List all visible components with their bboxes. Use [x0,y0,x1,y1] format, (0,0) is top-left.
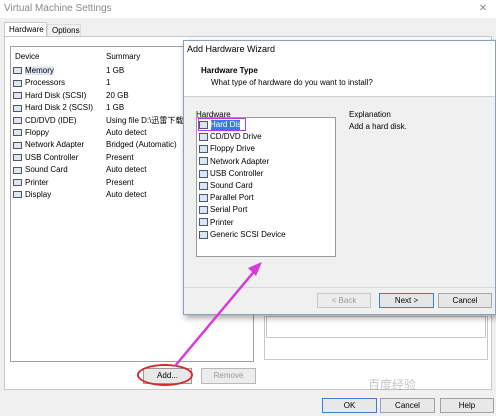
device-summary: Present [106,152,134,162]
device-name: Sound Card [25,165,68,175]
device-summary: 20 GB [106,90,129,100]
list-item-label: Floppy Drive [210,144,255,154]
network-icon [13,141,22,149]
device-name: Floppy [25,127,50,137]
device-name: Network Adapter [25,140,85,150]
list-item-serial[interactable]: Serial Port [199,204,333,216]
processor-icon [13,79,22,87]
printer-icon [199,218,208,227]
device-summary: Auto detect [106,127,147,137]
device-summary: 1 [106,78,111,88]
summary-column: 1 GB 1 20 GB 1 GB Using file D:\迅雷下载 Aut… [106,65,184,201]
list-item-label: Generic SCSI Device [210,229,286,239]
wizard-cancel-button[interactable]: Cancel [438,293,492,308]
tab-hardware[interactable]: Hardware [4,22,47,37]
list-item-cd-dvd[interactable]: CD/DVD Drive [199,131,333,143]
list-item-label: Serial Port [210,205,248,215]
wizard-title: Add Hardware Wizard [184,41,495,57]
next-button[interactable]: Next > [379,293,434,308]
close-icon[interactable]: ✕ [470,0,496,18]
device-name: USB Controller [25,152,79,162]
sound-icon [13,166,22,174]
wizard-header-title: Hardware Type [201,66,258,75]
column-header-summary: Summary [106,52,141,61]
column-header-device: Device [15,52,40,61]
hard-disk-icon [199,120,208,129]
wizard-header-subtitle: What type of hardware do you want to ins… [211,78,373,87]
device-name: Processors [25,78,66,88]
printer-icon [13,178,22,186]
display-icon [13,191,22,199]
device-name: Memory [25,66,54,75]
device-summary: Auto detect [106,165,147,175]
device-name: CD/DVD (IDE) [25,115,77,125]
wizard-header [184,57,495,97]
settings-panel-border [264,316,488,360]
hard-disk-icon [13,92,22,100]
wizard-separator [184,287,495,288]
network-icon [199,157,208,166]
list-item-label: Network Adapter [210,156,270,166]
device-summary: 1 GB [106,103,125,113]
device-summary: Auto detect [106,189,147,199]
tab-options[interactable]: Options [47,24,81,36]
hard-disk-icon [13,104,22,112]
list-item-label: Hard Disk [210,120,246,129]
list-item-label: USB Controller [210,168,264,178]
list-item-printer[interactable]: Printer [199,217,333,229]
add-button-highlight-circle [137,364,193,386]
serial-port-icon [199,206,208,215]
ok-button[interactable]: OK [322,398,377,413]
cd-dvd-icon [199,133,208,142]
hardware-items: Hard Disk CD/DVD Drive Floppy Drive Netw… [199,119,333,241]
list-item-floppy[interactable]: Floppy Drive [199,143,333,155]
explanation-text: Add a hard disk. [349,122,407,131]
list-item-label: Parallel Port [210,193,254,203]
list-item-label: Sound Card [210,180,253,190]
device-name: Printer [25,177,49,187]
device-name: Hard Disk 2 (SCSI) [25,103,94,113]
cd-dvd-icon [13,116,22,124]
watermark: 百度经验 [368,378,417,392]
remove-button[interactable]: Remove [201,368,256,384]
memory-icon [13,67,22,75]
device-summary: Bridged (Automatic) [106,140,177,150]
usb-icon [199,169,208,178]
device-name: Display [25,189,52,199]
parallel-port-icon [199,194,208,203]
list-item-label: Printer [210,217,234,227]
list-item-parallel[interactable]: Parallel Port [199,192,333,204]
list-item-usb[interactable]: USB Controller [199,168,333,180]
floppy-icon [199,145,208,154]
scsi-icon [199,230,208,239]
sound-icon [199,181,208,190]
list-item-scsi[interactable]: Generic SCSI Device [199,229,333,241]
cancel-button[interactable]: Cancel [380,398,435,413]
help-button[interactable]: Help [440,398,494,413]
list-item-label: CD/DVD Drive [210,132,262,142]
device-summary: Present [106,177,134,187]
explanation-label: Explanation [349,110,391,119]
device-summary: 1 GB [106,66,125,75]
device-summary: Using file D:\迅雷下载 [106,115,184,125]
list-item-network[interactable]: Network Adapter [199,156,333,168]
list-item-sound[interactable]: Sound Card [199,180,333,192]
window-title: Virtual Machine Settings [0,0,496,18]
usb-icon [13,154,22,162]
device-name: Hard Disk (SCSI) [25,90,87,100]
list-item-hard-disk[interactable]: Hard Disk [199,119,333,131]
floppy-icon [13,129,22,137]
back-button[interactable]: < Back [317,293,371,308]
